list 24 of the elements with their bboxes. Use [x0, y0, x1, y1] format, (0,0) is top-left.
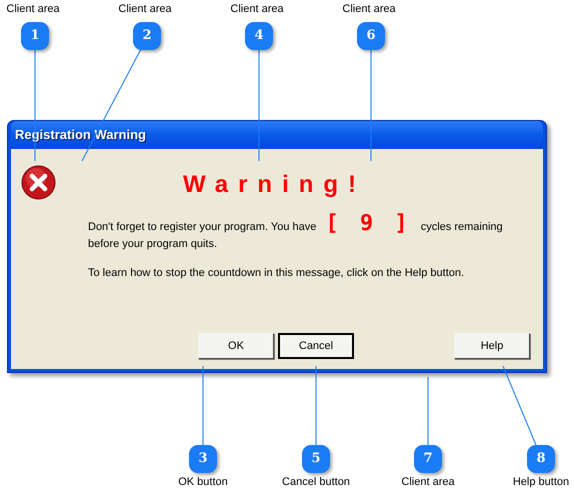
callout-badge: 7 [414, 445, 442, 473]
callout-badge: 1 [21, 22, 49, 50]
ok-button[interactable]: OK [198, 333, 274, 359]
cancel-button[interactable]: Cancel [278, 333, 354, 359]
callout-badge: 6 [357, 22, 385, 50]
callout-label: OK button [177, 477, 229, 488]
message-text: Don't forget to register your program. You have [ 9 ] cycles remaining before your program quits. [88, 215, 504, 252]
callout-label: Client area [229, 4, 285, 15]
callout-badge: 4 [245, 22, 273, 50]
callout-label: Client area [400, 477, 456, 488]
hint-text: To learn how to stop the countdown in this message, click on the Help button. [88, 266, 466, 280]
callout-badge: 3 [189, 445, 217, 473]
callout-label: Client area [5, 4, 61, 15]
callout-label: Client area [117, 4, 173, 15]
callout-badge: 5 [302, 445, 330, 473]
warning-heading: Warning! [182, 170, 366, 200]
callout-badge: 8 [527, 445, 555, 473]
callout-label: Client area [341, 4, 397, 15]
window-title: Registration Warning [15, 126, 146, 144]
callout-badge: 2 [133, 22, 161, 50]
callout-label: Cancel button [281, 477, 351, 488]
callout-label: Help button [512, 477, 570, 488]
error-icon [21, 165, 56, 200]
help-button[interactable]: Help [454, 333, 530, 359]
